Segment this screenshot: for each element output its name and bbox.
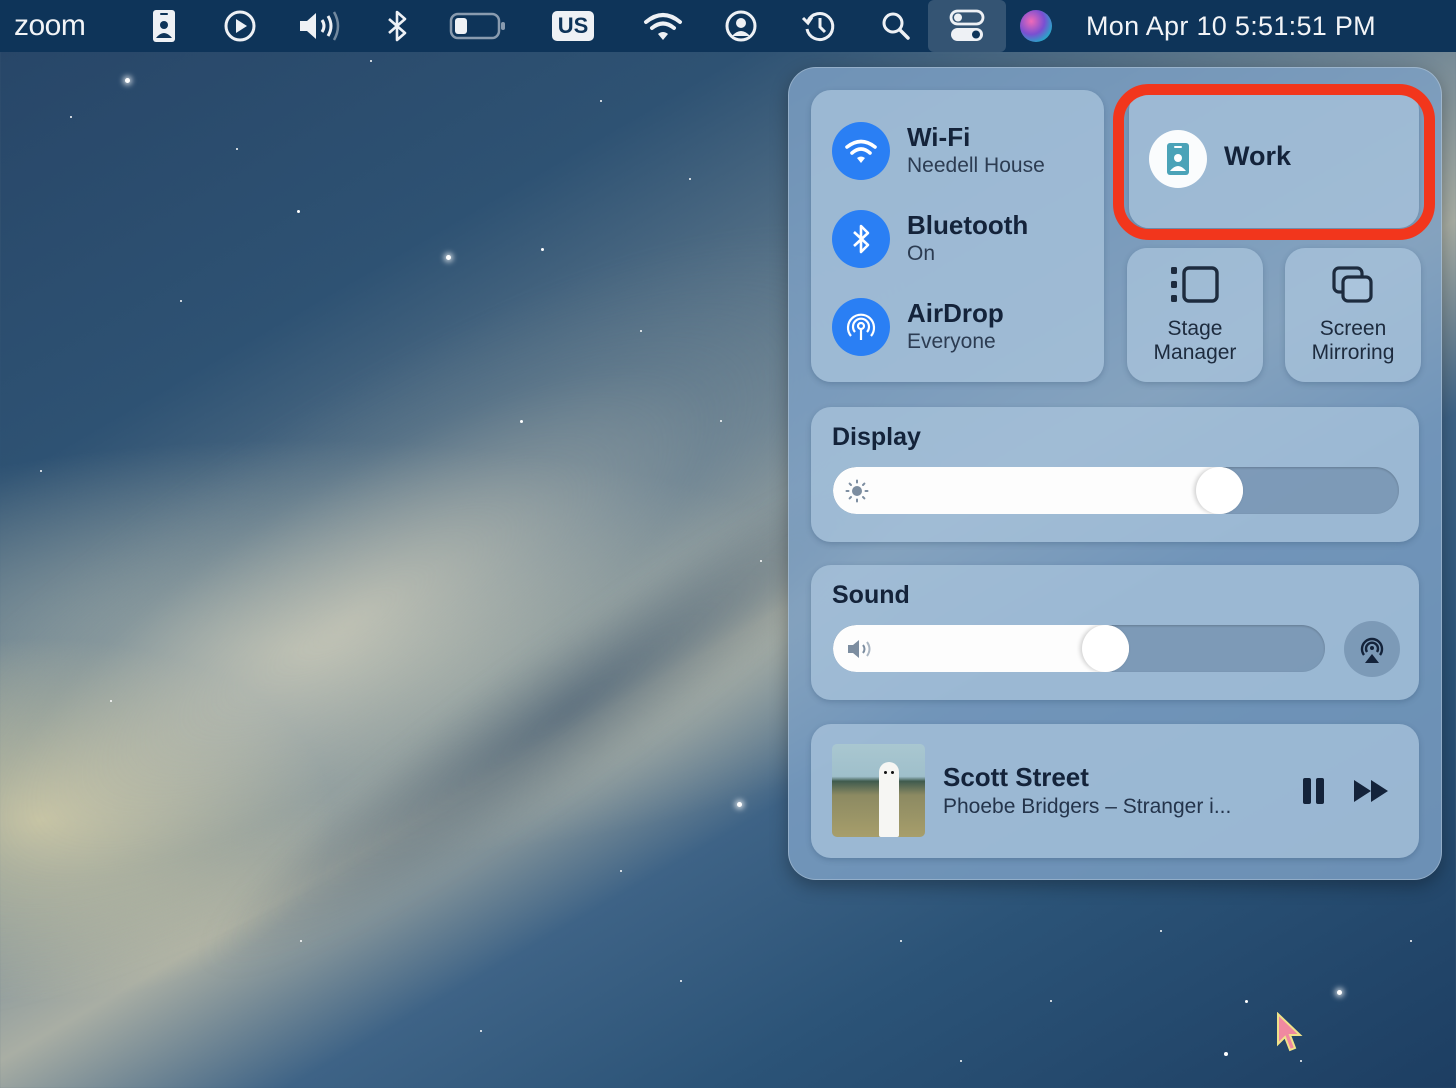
star	[40, 470, 42, 472]
stage-manager-label-line1: Stage	[1167, 317, 1223, 340]
display-tile: Display	[811, 407, 1419, 542]
sound-tile: Sound	[811, 565, 1419, 700]
volume-icon[interactable]	[296, 0, 344, 52]
sound-title: Sound	[832, 581, 910, 609]
star	[236, 148, 238, 150]
time-machine-icon[interactable]	[800, 0, 838, 52]
star	[70, 116, 72, 118]
stage-manager-label-line2: Manager	[1153, 341, 1237, 364]
network-tile: Wi-Fi Needell House Bluetooth On AirDrop…	[811, 90, 1104, 382]
screen-mirroring-label-line2: Mirroring	[1311, 341, 1395, 364]
airdrop-title: AirDrop	[907, 298, 1004, 328]
focus-badge-icon[interactable]	[150, 0, 178, 52]
star	[640, 330, 642, 332]
star	[110, 700, 112, 702]
star	[1337, 990, 1342, 995]
fast-forward-icon	[1354, 780, 1388, 802]
bluetooth-control[interactable]: Bluetooth On	[832, 210, 1028, 268]
star	[737, 802, 742, 807]
stage-manager-label: Stage Manager	[1127, 317, 1263, 365]
display-title: Display	[832, 423, 921, 451]
speaker-icon	[848, 640, 871, 658]
stage-manager-icon	[1127, 265, 1263, 305]
control-center-panel: Wi-Fi Needell House Bluetooth On AirDrop…	[788, 67, 1442, 880]
search-icon[interactable]	[880, 0, 912, 52]
volume-knob[interactable]	[1082, 625, 1130, 672]
screen-mirroring-label-line1: Screen	[1319, 317, 1387, 340]
bluetooth-title: Bluetooth	[907, 210, 1029, 240]
star	[480, 1030, 482, 1032]
star	[125, 78, 130, 83]
star	[600, 100, 602, 102]
screen-mirroring-icon	[1285, 265, 1421, 305]
play-circle-icon[interactable]	[222, 0, 258, 52]
star	[1245, 1000, 1248, 1003]
wifi-title: Wi-Fi	[907, 122, 971, 152]
menu-bar: zoom US Mon Apr 10 5:51:51 PM	[0, 0, 1456, 52]
pause-button[interactable]	[1301, 776, 1327, 806]
airdrop-status: Everyone	[907, 330, 996, 353]
star	[370, 60, 372, 62]
album-art-ghost	[879, 762, 899, 837]
volume-slider[interactable]	[833, 625, 1325, 672]
wifi-icon[interactable]	[642, 0, 684, 52]
input-source-menu[interactable]: US	[548, 0, 598, 52]
wifi-control[interactable]: Wi-Fi Needell House	[832, 122, 1045, 180]
star	[300, 940, 302, 942]
menubar-clock[interactable]: Mon Apr 10 5:51:51 PM	[1086, 0, 1376, 52]
star	[1410, 940, 1412, 942]
star	[1224, 1052, 1228, 1056]
star	[680, 980, 682, 982]
brightness-fill	[833, 467, 1244, 514]
bluetooth-icon[interactable]	[384, 0, 410, 52]
siri-icon[interactable]	[1018, 0, 1054, 52]
star	[720, 420, 722, 422]
star	[297, 210, 300, 213]
star	[1050, 1000, 1052, 1002]
airdrop-icon[interactable]	[832, 298, 890, 356]
next-track-button[interactable]	[1352, 776, 1392, 806]
brightness-knob[interactable]	[1196, 467, 1244, 514]
screen-mirroring-button[interactable]: Screen Mirroring	[1285, 248, 1421, 382]
bluetooth-icon[interactable]	[832, 210, 890, 268]
annotation-highlight-box	[1113, 84, 1435, 240]
pause-icon	[1303, 778, 1324, 804]
wifi-icon[interactable]	[832, 122, 890, 180]
brightness-slider[interactable]	[833, 467, 1399, 514]
now-playing-tile: Scott Street Phoebe Bridgers – Stranger …	[811, 724, 1419, 858]
user-icon[interactable]	[722, 0, 760, 52]
screen-mirroring-label: Screen Mirroring	[1285, 317, 1421, 365]
star	[1160, 930, 1162, 932]
star	[689, 178, 691, 180]
star	[760, 560, 762, 562]
track-artist-album: Phoebe Bridgers – Stranger i...	[943, 795, 1232, 818]
bluetooth-status: On	[907, 242, 936, 265]
star	[180, 300, 182, 302]
star	[446, 255, 451, 260]
control-center-icon[interactable]	[928, 0, 1006, 52]
airdrop-control[interactable]: AirDrop Everyone	[832, 298, 1004, 356]
star	[541, 248, 544, 251]
star	[520, 420, 523, 423]
brightness-sun-icon	[845, 479, 869, 503]
airplay-audio-icon	[1360, 637, 1384, 663]
album-art[interactable]	[832, 744, 925, 837]
stage-manager-button[interactable]: Stage Manager	[1127, 248, 1263, 382]
input-source-label: US	[551, 11, 595, 41]
airplay-audio-button[interactable]	[1344, 621, 1400, 677]
star	[960, 1060, 962, 1062]
star	[1300, 1060, 1302, 1062]
battery-icon[interactable]	[448, 0, 508, 52]
star	[900, 940, 902, 942]
star	[620, 870, 622, 872]
track-title: Scott Street	[943, 762, 1089, 792]
wifi-network-name: Needell House	[907, 154, 1045, 177]
mouse-cursor	[1277, 1012, 1303, 1052]
menubar-zoom-app[interactable]: zoom	[14, 0, 86, 52]
